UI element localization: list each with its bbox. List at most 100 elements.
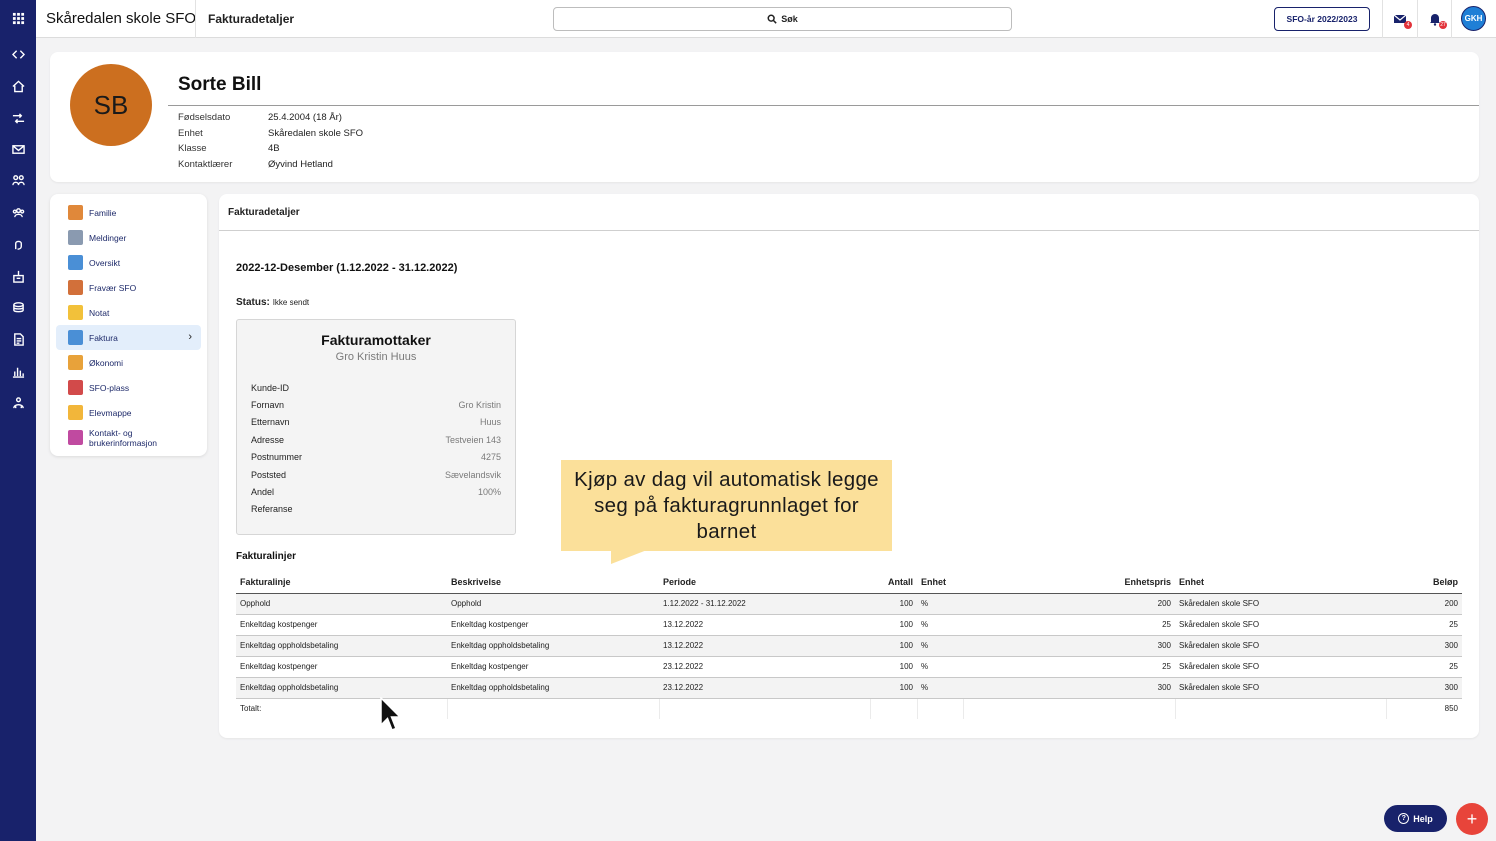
table-cell: Opphold: [447, 593, 659, 615]
menu-item-notat[interactable]: Notat: [56, 300, 201, 325]
menu-item-label: Familie: [89, 207, 117, 218]
panel-title: Fakturadetaljer: [228, 207, 300, 218]
divider: [1382, 0, 1383, 38]
table-cell: 200: [963, 593, 1175, 615]
invoice-details-panel: Fakturadetaljer 2022-12-Desember (1.12.2…: [219, 194, 1479, 738]
mouse-cursor-icon: [380, 697, 402, 731]
left-rail: [0, 0, 36, 841]
table-row[interactable]: Enkeltdag kostpenger Enkeltdag kostpenge…: [236, 656, 1462, 678]
menu-item-faktura[interactable]: Faktura ›: [56, 325, 201, 350]
invoice-status: Status: Ikke sendt: [236, 297, 309, 308]
help-button[interactable]: ? Help: [1384, 805, 1447, 832]
column-header[interactable]: Antall: [870, 572, 917, 594]
folder-icon: [68, 405, 83, 420]
menu-item-familie[interactable]: Familie: [56, 200, 201, 225]
org-icon[interactable]: [0, 392, 36, 414]
people-icon[interactable]: [0, 169, 36, 191]
school-year-button[interactable]: SFO-år 2022/2023: [1274, 7, 1370, 31]
recipient-value: 4275: [480, 452, 501, 463]
table-cell: Skåredalen skole SFO: [1175, 656, 1386, 678]
apps-grid-icon[interactable]: [0, 7, 36, 29]
add-button[interactable]: +: [1456, 803, 1488, 835]
table-cell: %: [917, 656, 963, 678]
group-icon[interactable]: [0, 201, 36, 223]
notification-badge: 27: [1439, 21, 1447, 29]
recipient-label: Poststed: [251, 469, 287, 480]
column-header[interactable]: Beskrivelse: [447, 572, 659, 594]
recipient-label: Referanse: [251, 504, 293, 515]
table-cell: %: [917, 593, 963, 615]
search-input[interactable]: Søk: [553, 7, 1012, 31]
field-value: 25.4.2004 (18 År): [268, 112, 342, 124]
user-avatar[interactable]: GKH: [1461, 6, 1486, 31]
column-header[interactable]: Fakturalinje: [236, 572, 447, 594]
table-header-row: Fakturalinje Beskrivelse Periode Antall …: [236, 572, 1462, 594]
menu-item-sfo-plass[interactable]: SFO-plass: [56, 375, 201, 400]
building-icon[interactable]: [0, 265, 36, 287]
column-header[interactable]: Enhet: [917, 572, 963, 594]
menu-item-meldinger[interactable]: Meldinger: [56, 225, 201, 250]
table-cell: 1.12.2022 - 31.12.2022: [659, 593, 870, 615]
column-header[interactable]: Periode: [659, 572, 870, 594]
divider: [1417, 0, 1418, 38]
table-cell: 300: [963, 677, 1175, 699]
table-cell: [1175, 698, 1387, 719]
column-header[interactable]: Beløp: [1386, 572, 1462, 594]
menu-item-okonomi[interactable]: Økonomi: [56, 350, 201, 375]
expand-collapse-icon[interactable]: [0, 43, 36, 65]
search-icon: [767, 14, 777, 24]
field-row: Enhet Skåredalen skole SFO: [178, 126, 363, 142]
menu-item-kontakt[interactable]: Kontakt- og brukerinformasjon: [56, 425, 201, 450]
recipient-label: Adresse: [251, 434, 285, 445]
hand-icon[interactable]: [0, 233, 36, 255]
table-row[interactable]: Enkeltdag oppholdsbetaling Enkeltdag opp…: [236, 677, 1462, 699]
transfer-icon[interactable]: [0, 107, 36, 129]
column-header[interactable]: Enhet: [1175, 572, 1386, 594]
note-icon: [68, 305, 83, 320]
menu-item-oversikt[interactable]: Oversikt: [56, 250, 201, 275]
mail-icon[interactable]: 4: [1391, 10, 1412, 29]
table-cell: 300: [1386, 635, 1462, 657]
field-value: Skåredalen skole SFO: [268, 127, 364, 139]
menu-item-label: SFO-plass: [89, 382, 130, 393]
table-row[interactable]: Enkeltdag oppholdsbetaling Enkeltdag opp…: [236, 635, 1462, 657]
table-cell: [917, 698, 964, 719]
table-cell: %: [917, 635, 963, 657]
table-row[interactable]: Opphold Opphold 1.12.2022 - 31.12.2022 1…: [236, 593, 1462, 615]
field-row: Kontaktlærer Øyvind Hetland: [178, 157, 363, 173]
app-title[interactable]: Skåredalen skole SFO: [46, 10, 196, 27]
student-menu: Familie Meldinger Oversikt Fravær SFO No…: [50, 194, 207, 456]
money-icon[interactable]: [0, 296, 36, 318]
mail-icon[interactable]: [0, 138, 36, 160]
table-cell: Enkeltdag oppholdsbetaling: [236, 635, 447, 657]
column-header[interactable]: Enhetspris: [963, 572, 1175, 594]
seesaw-icon: [68, 380, 83, 395]
home-icon[interactable]: [0, 75, 36, 97]
divider: [195, 0, 196, 38]
menu-item-fravaer-sfo[interactable]: Fravær SFO: [56, 275, 201, 300]
total-label: Totalt:: [236, 698, 448, 719]
recipient-row: Postnummer 4275: [251, 449, 501, 466]
fingerprint-icon: [68, 430, 83, 445]
table-cell: 13.12.2022: [659, 614, 870, 636]
table-cell: [447, 698, 660, 719]
top-bar: Skåredalen skole SFO Fakturadetaljer Søk…: [36, 0, 1496, 38]
table-cell: 100: [870, 614, 917, 636]
document-icon[interactable]: [0, 328, 36, 350]
recipient-row: Fornavn Gro Kristin: [251, 396, 501, 413]
bell-icon[interactable]: 27: [1426, 10, 1447, 29]
mail-badge: 4: [1404, 21, 1412, 29]
table-row[interactable]: Enkeltdag kostpenger Enkeltdag kostpenge…: [236, 614, 1462, 636]
field-row: Fødselsdato 25.4.2004 (18 År): [178, 110, 363, 126]
table-cell: 200: [1386, 593, 1462, 615]
table-cell: Enkeltdag kostpenger: [236, 614, 447, 636]
recipient-label: Kunde-ID: [251, 382, 290, 393]
recipient-label: Postnummer: [251, 452, 303, 463]
status-value: Ikke sendt: [272, 298, 310, 307]
field-label: Klasse: [178, 143, 207, 155]
menu-item-label: Oversikt: [89, 257, 121, 268]
page-title: Fakturadetaljer: [208, 12, 295, 26]
menu-item-elevmappe[interactable]: Elevmappe: [56, 400, 201, 425]
chart-icon[interactable]: [0, 360, 36, 382]
student-profile-card: SB Sorte Bill Fødselsdato 25.4.2004 (18 Å…: [50, 52, 1479, 182]
